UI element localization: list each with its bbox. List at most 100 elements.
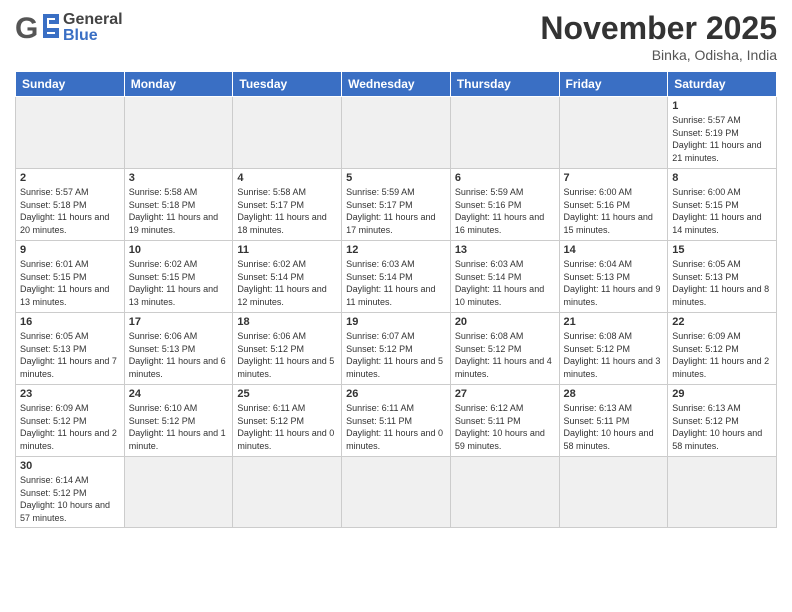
calendar-cell: 3Sunrise: 5:58 AMSunset: 5:18 PMDaylight… <box>124 169 233 241</box>
day-number: 2 <box>20 172 120 184</box>
day-info: Sunrise: 6:08 AMSunset: 5:12 PMDaylight:… <box>455 330 555 380</box>
weekday-header-tuesday: Tuesday <box>233 72 342 97</box>
calendar-cell: 10 Sunrise: 6:02 AMSunset: 5:15 PMDayligh… <box>124 241 233 313</box>
calendar-cell: 19Sunrise: 6:07 AMSunset: 5:12 PMDayligh… <box>342 313 451 385</box>
weekday-header-saturday: Saturday <box>668 72 777 97</box>
day-number: 17 <box>129 316 229 328</box>
day-number: 16 <box>20 316 120 328</box>
day-info: Sunrise: 6:11 AMSunset: 5:11 PMDaylight:… <box>346 402 446 452</box>
day-number: 12 <box>346 244 446 256</box>
day-info: Sunrise: 6:11 AMSunset: 5:12 PMDaylight:… <box>237 402 337 452</box>
day-number: 4 <box>237 172 337 184</box>
day-info: Sunrise: 6:10 AMSunset: 5:12 PMDaylight:… <box>129 402 229 452</box>
day-info: Sunrise: 5:59 AMSunset: 5:17 PMDaylight:… <box>346 186 446 236</box>
day-info: Sunrise: 6:03 AMSunset: 5:14 PMDaylight:… <box>455 258 555 308</box>
logo-icon: G <box>15 10 59 46</box>
month-title: November 2025 <box>540 10 777 47</box>
day-info: Sunrise: 6:14 AMSunset: 5:12 PMDaylight:… <box>20 474 120 524</box>
calendar-cell: 1Sunrise: 5:57 AMSunset: 5:19 PMDaylight… <box>668 97 777 169</box>
calendar-cell <box>450 457 559 528</box>
calendar-cell: 26 Sunrise: 6:11 AMSunset: 5:11 PMDayligh… <box>342 385 451 457</box>
calendar-cell <box>124 97 233 169</box>
weekday-header-row: SundayMondayTuesdayWednesdayThursdayFrid… <box>16 72 777 97</box>
day-number: 14 <box>564 244 664 256</box>
week-row: 16 Sunrise: 6:05 AMSunset: 5:13 PMDayligh… <box>16 313 777 385</box>
day-number: 7 <box>564 172 664 184</box>
calendar-cell <box>450 97 559 169</box>
calendar-cell: 15 Sunrise: 6:05 AMSunset: 5:13 PMDayligh… <box>668 241 777 313</box>
calendar-cell <box>124 457 233 528</box>
calendar-cell <box>668 457 777 528</box>
day-info: Sunrise: 6:04 AMSunset: 5:13 PMDaylight:… <box>564 258 664 308</box>
day-info: Sunrise: 6:13 AMSunset: 5:11 PMDaylight:… <box>564 402 664 452</box>
calendar-cell: 23 Sunrise: 6:09 AMSunset: 5:12 PMDayligh… <box>16 385 125 457</box>
calendar-cell: 14 Sunrise: 6:04 AMSunset: 5:13 PMDayligh… <box>559 241 668 313</box>
day-number: 18 <box>237 316 337 328</box>
weekday-header-friday: Friday <box>559 72 668 97</box>
day-number: 28 <box>564 388 664 400</box>
day-info: Sunrise: 5:59 AMSunset: 5:16 PMDaylight:… <box>455 186 555 236</box>
header: G General Blue November 2025 Binka, Odis… <box>15 10 777 63</box>
calendar-cell: 28 Sunrise: 6:13 AMSunset: 5:11 PMDayligh… <box>559 385 668 457</box>
day-number: 23 <box>20 388 120 400</box>
day-info: Sunrise: 6:08 AMSunset: 5:12 PMDaylight:… <box>564 330 664 380</box>
day-number: 5 <box>346 172 446 184</box>
day-info: Sunrise: 5:57 AMSunset: 5:19 PMDaylight:… <box>672 114 772 164</box>
calendar-cell <box>233 97 342 169</box>
svg-text:G: G <box>15 12 38 45</box>
day-info: Sunrise: 6:01 AMSunset: 5:15 PMDaylight:… <box>20 258 120 308</box>
calendar-cell: 5 Sunrise: 5:59 AMSunset: 5:17 PMDaylight… <box>342 169 451 241</box>
day-number: 26 <box>346 388 446 400</box>
calendar-cell: 17 Sunrise: 6:06 AMSunset: 5:13 PMDayligh… <box>124 313 233 385</box>
weekday-header-sunday: Sunday <box>16 72 125 97</box>
week-row: 23 Sunrise: 6:09 AMSunset: 5:12 PMDayligh… <box>16 385 777 457</box>
calendar-cell <box>559 457 668 528</box>
day-info: Sunrise: 6:03 AMSunset: 5:14 PMDaylight:… <box>346 258 446 308</box>
week-row: 2 Sunrise: 5:57 AMSunset: 5:18 PMDaylight… <box>16 169 777 241</box>
day-number: 20 <box>455 316 555 328</box>
day-number: 27 <box>455 388 555 400</box>
calendar-cell: 13Sunrise: 6:03 AMSunset: 5:14 PMDayligh… <box>450 241 559 313</box>
calendar-cell <box>559 97 668 169</box>
day-number: 6 <box>455 172 555 184</box>
calendar-cell: 2 Sunrise: 5:57 AMSunset: 5:18 PMDaylight… <box>16 169 125 241</box>
day-info: Sunrise: 6:05 AMSunset: 5:13 PMDaylight:… <box>672 258 772 308</box>
day-number: 11 <box>237 244 337 256</box>
day-info: Sunrise: 6:00 AMSunset: 5:15 PMDaylight:… <box>672 186 772 236</box>
week-row: 30 Sunrise: 6:14 AMSunset: 5:12 PMDayligh… <box>16 457 777 528</box>
day-number: 15 <box>672 244 772 256</box>
calendar-cell <box>342 97 451 169</box>
calendar-cell: 20 Sunrise: 6:08 AMSunset: 5:12 PMDayligh… <box>450 313 559 385</box>
calendar-cell: 18Sunrise: 6:06 AMSunset: 5:12 PMDayligh… <box>233 313 342 385</box>
day-number: 24 <box>129 388 229 400</box>
weekday-header-wednesday: Wednesday <box>342 72 451 97</box>
calendar-cell: 4 Sunrise: 5:58 AMSunset: 5:17 PMDaylight… <box>233 169 342 241</box>
day-number: 8 <box>672 172 772 184</box>
week-row: 1Sunrise: 5:57 AMSunset: 5:19 PMDaylight… <box>16 97 777 169</box>
calendar-cell: 24 Sunrise: 6:10 AMSunset: 5:12 PMDayligh… <box>124 385 233 457</box>
calendar-cell: 16 Sunrise: 6:05 AMSunset: 5:13 PMDayligh… <box>16 313 125 385</box>
day-info: Sunrise: 6:06 AMSunset: 5:13 PMDaylight:… <box>129 330 229 380</box>
weekday-header-monday: Monday <box>124 72 233 97</box>
calendar-cell: 8 Sunrise: 6:00 AMSunset: 5:15 PMDaylight… <box>668 169 777 241</box>
day-number: 30 <box>20 460 120 472</box>
calendar-cell: 21Sunrise: 6:08 AMSunset: 5:12 PMDayligh… <box>559 313 668 385</box>
day-number: 3 <box>129 172 229 184</box>
calendar: SundayMondayTuesdayWednesdayThursdayFrid… <box>15 71 777 528</box>
calendar-cell <box>233 457 342 528</box>
page: G General Blue November 2025 Binka, Odis… <box>0 0 792 612</box>
day-number: 22 <box>672 316 772 328</box>
day-info: Sunrise: 6:02 AMSunset: 5:15 PMDaylight:… <box>129 258 229 308</box>
logo-blue: Blue <box>63 28 123 44</box>
day-info: Sunrise: 6:00 AMSunset: 5:16 PMDaylight:… <box>564 186 664 236</box>
calendar-cell: 27Sunrise: 6:12 AMSunset: 5:11 PMDayligh… <box>450 385 559 457</box>
calendar-cell: 9Sunrise: 6:01 AMSunset: 5:15 PMDaylight… <box>16 241 125 313</box>
day-info: Sunrise: 6:09 AMSunset: 5:12 PMDaylight:… <box>20 402 120 452</box>
day-info: Sunrise: 5:58 AMSunset: 5:17 PMDaylight:… <box>237 186 337 236</box>
day-info: Sunrise: 6:02 AMSunset: 5:14 PMDaylight:… <box>237 258 337 308</box>
day-info: Sunrise: 6:05 AMSunset: 5:13 PMDaylight:… <box>20 330 120 380</box>
day-number: 10 <box>129 244 229 256</box>
day-info: Sunrise: 5:57 AMSunset: 5:18 PMDaylight:… <box>20 186 120 236</box>
title-block: November 2025 Binka, Odisha, India <box>540 10 777 63</box>
calendar-cell: 30 Sunrise: 6:14 AMSunset: 5:12 PMDayligh… <box>16 457 125 528</box>
